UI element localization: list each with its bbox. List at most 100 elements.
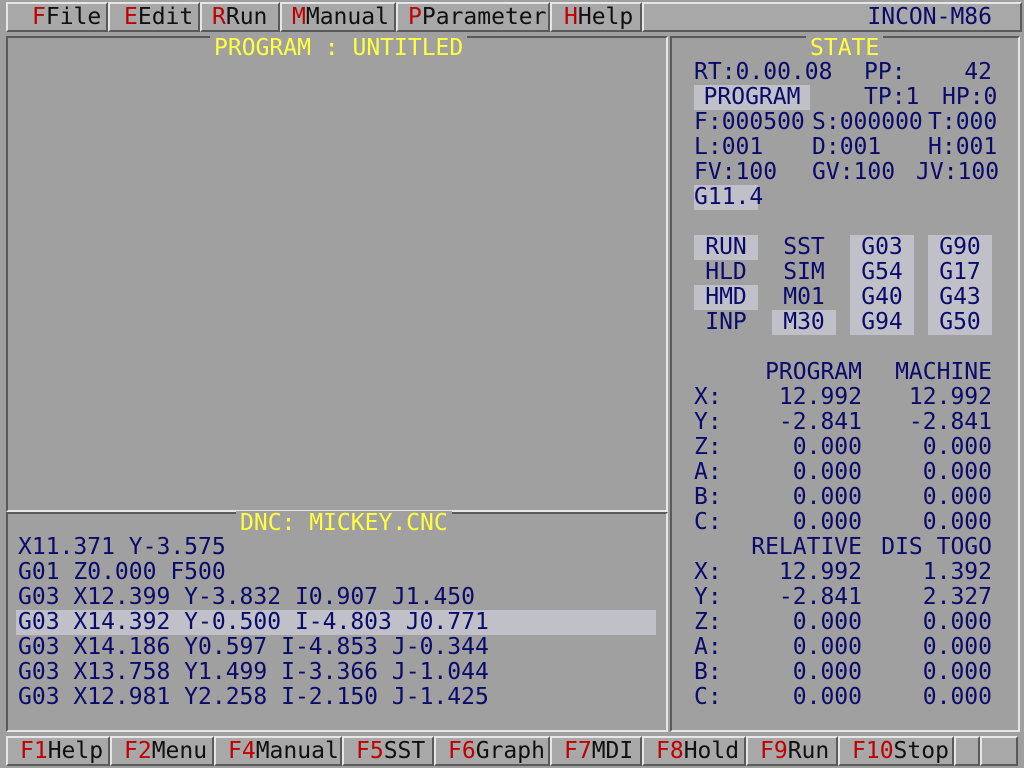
modal-g50: G50 [928,310,992,335]
program-coord: 12.992 [778,384,862,410]
axis-label: X: [694,384,722,410]
distogo-coord: 0.000 [922,659,992,685]
machine-coord: 0.000 [922,484,992,510]
fkey-f2-menu[interactable]: F2Menu [110,736,214,766]
axis-label: Y: [694,409,722,435]
fkey-f9-run[interactable]: F9Run [746,736,838,766]
gv-value: GV:100 [812,159,896,185]
dnc-line-current: G03 X14.392 Y-0.500 I-4.803 J0.771 [16,610,656,635]
h-value: H:001 [928,134,998,160]
header-relative: RELATIVE [751,534,862,560]
modal-g90: G90 [928,235,992,260]
machine-coord: 0.000 [922,459,992,485]
flag-m30: M30 [772,310,836,335]
axis-label: B: [694,659,722,685]
machine-coord: -2.841 [908,409,992,435]
relative-coord: -2.841 [778,584,862,610]
menu-run[interactable]: RRun [200,2,280,32]
tool-value: T:000 [928,109,998,135]
axis-label: A: [694,459,722,485]
brand-title: INCON-M86 [867,4,992,30]
flag-hld: HLD [705,259,747,285]
fkey-f7-mdi[interactable]: F7MDI [550,736,642,766]
fkey-empty[interactable] [954,736,980,766]
header-distogo: DIS TOGO [881,534,992,560]
relative-coord: 0.000 [792,634,862,660]
dnc-line: G03 X12.981 Y2.258 I-2.150 J-1.425 [18,684,489,710]
menu-edit[interactable]: EEdit [108,2,200,32]
program-title: PROGRAM : UNTITLED [210,36,468,60]
tp-value: TP:1 [864,84,920,110]
header-program: PROGRAM [765,359,862,385]
fkey-f8-hold[interactable]: F8Hold [642,736,746,766]
modal-g94: G94 [850,310,914,335]
modal-g03: G03 [850,235,914,260]
spindle-value: S:000000 [812,109,923,135]
flag-inp: INP [705,309,747,335]
axis-label: B: [694,484,722,510]
dnc-line: G01 Z0.000 F500 [18,559,226,585]
fkey-f6-graph[interactable]: F6Graph [434,736,550,766]
modal-g43: G43 [928,285,992,310]
relative-coord: 0.000 [792,609,862,635]
fkey-empty[interactable] [980,736,1018,766]
program-coord: 0.000 [792,484,862,510]
fkey-f10-stop[interactable]: F10Stop [838,736,954,766]
relative-coord: 0.000 [792,659,862,685]
menu-manual[interactable]: MManual [280,2,396,32]
state-title: STATE [806,36,884,60]
dnc-line: G03 X13.758 Y1.499 I-3.366 J-1.044 [18,659,489,685]
modal-g40: G40 [850,285,914,310]
runtime: RT:0.00.08 [694,59,833,85]
d-value: D:001 [812,134,882,160]
flag-hmd: HMD [694,285,758,310]
machine-coord: 0.000 [922,434,992,460]
machine-coord: 12.992 [908,384,992,410]
machine-coord: 0.000 [922,509,992,535]
program-coord: 0.000 [792,509,862,535]
modal-g17: G17 [928,260,992,285]
dnc-line: G03 X12.399 Y-3.832 I0.907 J1.450 [18,584,475,610]
flag-sim: SIM [783,259,825,285]
feed-value: F:000500 [694,109,805,135]
axis-label: X: [694,559,722,585]
axis-label: Y: [694,584,722,610]
axis-label: Z: [694,609,722,635]
dnc-title: DNC: MICKEY.CNC [236,511,452,535]
distogo-coord: 0.000 [922,684,992,710]
axis-label: A: [694,634,722,660]
gcode-indicator: G11.4 [694,184,764,210]
jv-value: JV:100 [916,159,1000,185]
distogo-coord: 1.392 [922,559,992,585]
dnc-line: G03 X14.186 Y0.597 I-4.853 J-0.344 [18,634,489,660]
menu-parameter[interactable]: PParameter [396,2,550,32]
pp-value: 42 [964,59,992,85]
fkey-f1-help[interactable]: F1Help [6,736,110,766]
menu-file[interactable]: FFile [6,2,108,32]
mode-indicator: PROGRAM [694,85,810,110]
header-machine: MACHINE [895,359,992,385]
distogo-coord: 0.000 [922,609,992,635]
fkey-f4-manual[interactable]: F4Manual [214,736,342,766]
fkey-f5-sst[interactable]: F5SST [342,736,434,766]
modal-g54: G54 [850,260,914,285]
brand-area: INCON-M86 [642,2,1022,32]
flag-sst: SST [783,234,825,260]
relative-coord: 12.992 [778,559,862,585]
axis-label: C: [694,684,722,710]
flag-run: RUN [694,235,758,260]
axis-label: C: [694,509,722,535]
menu-help[interactable]: HHelp [550,2,642,32]
fv-value: FV:100 [694,159,778,185]
program-coord: 0.000 [792,434,862,460]
dnc-line: X11.371 Y-3.575 [18,534,226,560]
axis-label: Z: [694,434,722,460]
distogo-coord: 2.327 [922,584,992,610]
flag-m01: M01 [783,284,825,310]
l-value: L:001 [694,134,764,160]
hp-value: HP:0 [942,84,998,110]
relative-coord: 0.000 [792,684,862,710]
program-panel [6,36,668,512]
program-coord: 0.000 [792,459,862,485]
program-coord: -2.841 [778,409,862,435]
